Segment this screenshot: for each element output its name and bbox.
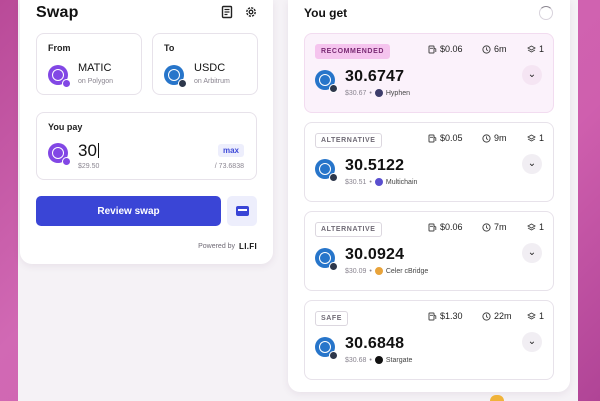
refresh-spinner-icon[interactable]: [539, 6, 553, 20]
gas-pump-icon: [428, 312, 437, 320]
chevron-down-icon[interactable]: ⌄: [522, 243, 542, 263]
from-token-selector[interactable]: From MATIC on Polygon: [36, 33, 142, 95]
bridge-name: Stargate: [385, 356, 413, 364]
wallet-icon: [236, 206, 249, 216]
route-tag: ALTERNATIVE: [315, 222, 382, 237]
route-amount: 30.6747: [345, 68, 405, 85]
lifi-logo[interactable]: LI.FI: [239, 242, 257, 251]
route-tag: RECOMMENDED: [315, 44, 390, 59]
gear-icon[interactable]: [244, 5, 258, 19]
route-details: $30.68 • Stargate: [345, 356, 413, 364]
powered-by: Powered by LI.FI: [198, 242, 257, 251]
layers-icon: [527, 44, 536, 53]
chevron-down-icon[interactable]: ⌄: [522, 65, 542, 85]
route-time: 22m: [482, 311, 512, 321]
receipt-icon[interactable]: [220, 5, 234, 19]
route-steps: 1: [527, 133, 544, 143]
bridge-name: Celer cBridge: [385, 267, 429, 275]
route-amount: 30.5122: [345, 157, 405, 174]
max-button[interactable]: max: [217, 144, 244, 157]
layers-icon: [527, 311, 536, 320]
pay-label: You pay: [48, 122, 83, 132]
pay-amount-box[interactable]: You pay 30 max $29.50 / 73.6838: [36, 112, 257, 180]
route-details: $30.51 • Multichain: [345, 178, 418, 186]
clock-icon: [482, 222, 491, 232]
bridge-name: Multichain: [385, 178, 418, 186]
to-token-name: USDC: [194, 62, 226, 74]
gas-cost: $0.06: [428, 222, 463, 232]
bridge-icon: [374, 267, 383, 275]
gas-pump-icon: [428, 45, 437, 53]
gas-pump-icon: [428, 134, 437, 142]
route-card[interactable]: SAFE $1.30 22m 1 30.6848 $30.68 • Stargat…: [304, 300, 554, 380]
pay-usd-value: $29.50: [78, 163, 100, 170]
usdc-token-icon: [164, 65, 187, 88]
route-tag: ALTERNATIVE: [315, 133, 382, 148]
usdc-token-icon: [315, 70, 338, 93]
gas-pump-icon: [428, 223, 437, 231]
route-card[interactable]: ALTERNATIVE $0.06 7m 1 30.0924 $30.09 • C…: [304, 211, 554, 291]
bridge-icon: [374, 356, 383, 364]
swap-card: Swap From MATIC on Polygon ⇄ To USDC on …: [20, 0, 273, 264]
route-time: 9m: [482, 133, 507, 143]
coin-icon: [490, 395, 504, 401]
to-chain-name: on Arbitrum: [194, 78, 230, 85]
layers-icon: [527, 133, 536, 142]
matic-token-icon: [48, 143, 71, 166]
from-chain-name: on Polygon: [78, 78, 114, 85]
routes-panel: You get RECOMMENDED $0.06 6m 1 30.6747 $…: [288, 0, 570, 392]
gas-cost: $1.30: [428, 311, 463, 321]
route-details: $30.67 • Hyphen: [345, 89, 411, 97]
route-steps: 1: [527, 311, 544, 321]
route-time: 6m: [482, 44, 507, 54]
usdc-token-icon: [315, 248, 338, 271]
clock-icon: [482, 44, 491, 54]
route-amount: 30.0924: [345, 246, 405, 263]
from-label: From: [48, 43, 71, 53]
bridge-name: Hyphen: [385, 89, 411, 97]
wallet-button[interactable]: [227, 196, 257, 226]
swap-title: Swap: [36, 4, 79, 21]
powered-by-label: Powered by: [198, 243, 236, 250]
bridge-icon: [374, 89, 383, 97]
to-label: To: [164, 43, 175, 53]
pay-amount-input[interactable]: 30: [78, 141, 99, 161]
chevron-down-icon[interactable]: ⌄: [522, 154, 542, 174]
pay-balance: / 73.6838: [214, 163, 244, 170]
gas-cost: $0.05: [428, 133, 463, 143]
to-token-selector[interactable]: To USDC on Arbitrum: [152, 33, 258, 95]
usdc-token-icon: [315, 159, 338, 182]
route-steps: 1: [527, 44, 544, 54]
route-time: 7m: [482, 222, 507, 232]
clock-icon: [482, 133, 491, 143]
route-details: $30.09 • Celer cBridge: [345, 267, 429, 275]
route-tag: SAFE: [315, 311, 349, 326]
from-token-name: MATIC: [78, 62, 112, 74]
clock-icon: [482, 311, 491, 321]
review-swap-button[interactable]: Review swap: [36, 196, 221, 226]
layers-icon: [527, 222, 536, 231]
route-amount: 30.6848: [345, 335, 405, 352]
usdc-token-icon: [315, 337, 338, 360]
route-card[interactable]: ALTERNATIVE $0.05 9m 1 30.5122 $30.51 • M…: [304, 122, 554, 202]
route-steps: 1: [527, 222, 544, 232]
chevron-down-icon[interactable]: ⌄: [522, 332, 542, 352]
matic-token-icon: [48, 65, 71, 88]
bridge-icon: [374, 178, 383, 186]
routes-title: You get: [304, 6, 348, 20]
gas-cost: $0.06: [428, 44, 463, 54]
route-card[interactable]: RECOMMENDED $0.06 6m 1 30.6747 $30.67 • H…: [304, 33, 554, 113]
